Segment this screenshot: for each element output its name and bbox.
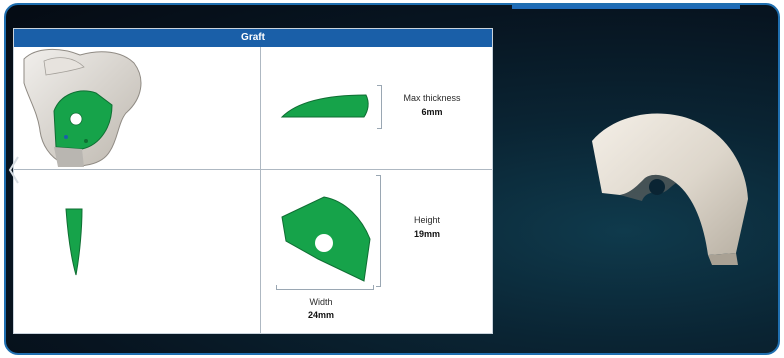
- graft-title-bar: Graft: [14, 29, 492, 47]
- bone-with-graft-view: [23, 49, 142, 167]
- chevron-left-icon[interactable]: [8, 155, 20, 185]
- max-thickness-value: 6mm: [421, 107, 443, 117]
- graft-edge-view: [65, 208, 83, 276]
- grid-divider-vertical: [260, 47, 261, 333]
- width-bracket: [276, 285, 374, 290]
- top-accent-strip: [512, 5, 740, 9]
- max-thickness-label: Max thickness: [403, 93, 461, 103]
- printed-graft-model: [592, 113, 748, 265]
- graft-panel: Graft Max thickness 6mm Height 19mm Widt…: [14, 29, 492, 333]
- device-frame: Graft Max thickness 6mm Height 19mm Widt…: [0, 0, 784, 358]
- graft-front-view: [281, 196, 371, 282]
- width-value: 24mm: [307, 310, 334, 320]
- width-label: Width: [309, 297, 333, 307]
- thickness-bracket: [377, 85, 382, 129]
- presentation-screen: Graft Max thickness 6mm Height 19mm Widt…: [4, 3, 780, 355]
- height-bracket: [376, 175, 381, 287]
- height-value: 19mm: [413, 229, 440, 239]
- grid-divider-horizontal: [14, 169, 492, 170]
- graft-side-profile: [280, 94, 369, 118]
- height-label: Height: [413, 215, 440, 225]
